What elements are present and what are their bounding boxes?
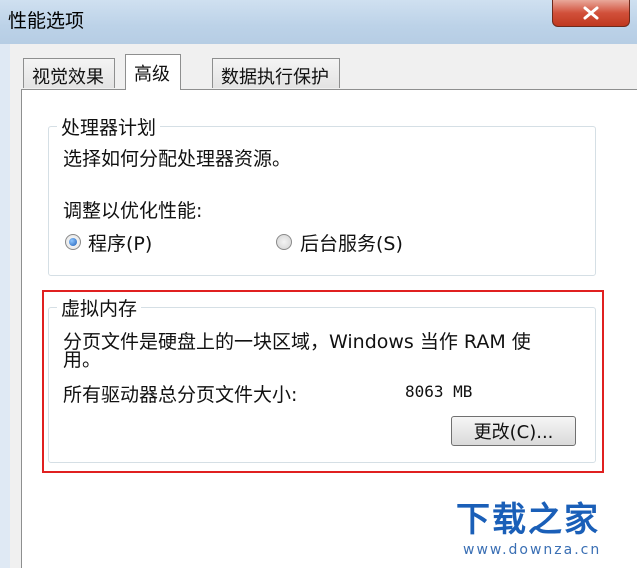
tab-data-execution-prevention[interactable]: 数据执行保护 [212, 58, 340, 88]
close-button[interactable] [552, 0, 630, 27]
programs-radio-label[interactable]: 程序(P) [88, 229, 152, 256]
radio-selected-dot [69, 238, 77, 246]
title-bar: 性能选项 [0, 0, 637, 44]
background-services-radio-label[interactable]: 后台服务(S) [300, 229, 403, 256]
adjust-for-label: 调整以优化性能: [63, 200, 203, 222]
tab-advanced[interactable]: 高级 [125, 54, 181, 90]
tab-visual-effects[interactable]: 视觉效果 [23, 58, 115, 88]
processor-description: 选择如何分配处理器资源。 [63, 148, 292, 170]
background-services-radio[interactable] [276, 234, 292, 250]
programs-radio[interactable] [65, 234, 81, 250]
window-title: 性能选项 [8, 10, 85, 32]
highlight-box [42, 290, 604, 473]
watermark-logo: 下载之家 [456, 500, 600, 540]
processor-scheduling-legend: 处理器计划 [57, 113, 161, 140]
close-icon [583, 6, 599, 20]
watermark-url: www.downza.cn [463, 542, 602, 558]
